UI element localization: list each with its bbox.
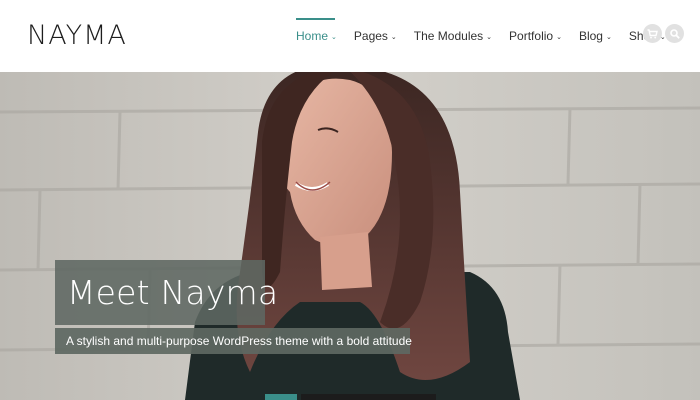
search-button[interactable] <box>665 24 684 43</box>
hero-subtitle: A stylish and multi-purpose WordPress th… <box>66 334 412 348</box>
site-header: NAYMA Home ⌄ Pages ⌄ The Modules ⌄ Portfoli… <box>0 0 700 72</box>
site-logo[interactable]: NAYMA <box>27 20 127 51</box>
nav-item-label: Portfolio <box>509 29 554 43</box>
nav-item-blog[interactable]: Blog ⌄ <box>579 0 612 72</box>
nav-item-home[interactable]: Home ⌄ <box>296 0 337 72</box>
chevron-down-icon: ⌄ <box>486 34 493 41</box>
slider-pagination <box>265 394 440 400</box>
nav-item-label: The Modules <box>413 29 484 43</box>
hero-slider: Meet Nayma A stylish and multi-purpose W… <box>0 72 700 400</box>
slider-dot-active[interactable] <box>265 394 297 400</box>
header-icons <box>643 24 687 43</box>
hero-subtitle-box: A stylish and multi-purpose WordPress th… <box>55 328 412 354</box>
nav-item-the-modules[interactable]: The Modules ⌄ <box>414 0 492 72</box>
chevron-down-icon: ⌄ <box>390 34 397 41</box>
hero-title: Meet Nayma <box>67 273 279 312</box>
chevron-down-icon: ⌄ <box>331 34 337 41</box>
search-icon <box>669 28 680 39</box>
cart-button[interactable] <box>643 24 662 43</box>
nav-item-pages[interactable]: Pages ⌄ <box>354 0 397 72</box>
main-nav: Home ⌄ Pages ⌄ The Modules ⌄ Portfolio ⌄ Blo… <box>296 0 683 72</box>
chevron-down-icon: ⌄ <box>605 34 612 41</box>
nav-item-label: Home <box>296 29 329 43</box>
cart-icon <box>647 28 658 38</box>
nav-item-label: Blog <box>578 29 603 43</box>
slider-dot[interactable] <box>301 394 436 400</box>
hero-title-box: Meet Nayma <box>55 260 278 325</box>
nav-item-portfolio[interactable]: Portfolio ⌄ <box>509 0 562 72</box>
nav-item-label: Pages <box>353 29 388 43</box>
chevron-down-icon: ⌄ <box>556 34 562 41</box>
